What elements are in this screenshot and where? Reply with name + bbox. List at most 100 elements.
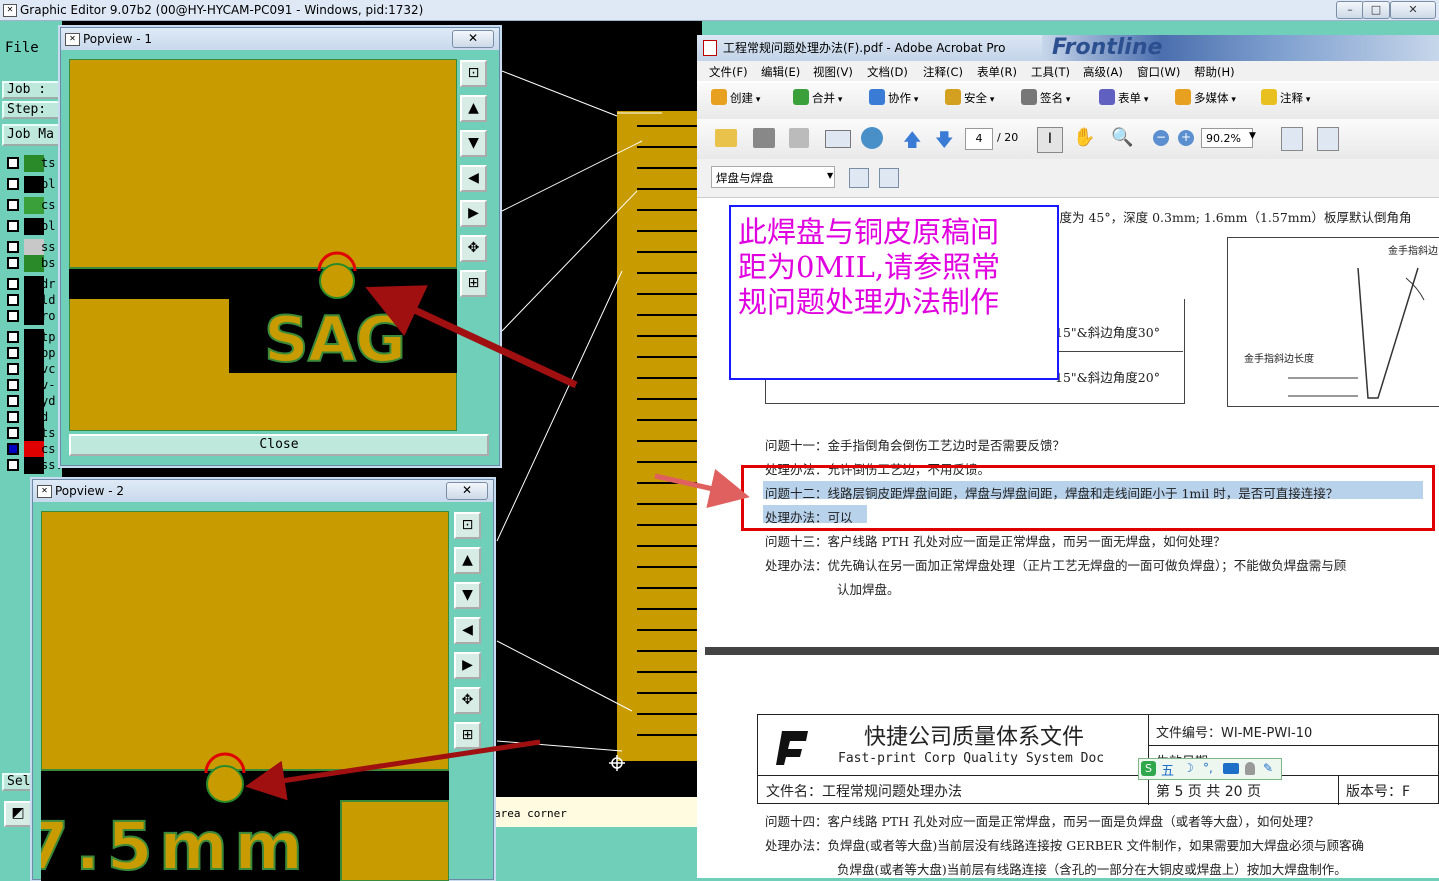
next-page-icon[interactable]: 🡇 xyxy=(935,128,954,158)
close-button[interactable]: ✕ xyxy=(1390,1,1436,19)
layer-checkbox[interactable] xyxy=(7,331,19,343)
menu-item-3[interactable]: 文档(D) xyxy=(867,64,908,80)
popview-1-close-icon[interactable]: ✕ xyxy=(452,30,494,48)
ime-punct-icon[interactable]: °, xyxy=(1203,761,1213,775)
bookmark-select[interactable]: 焊盘与焊盘 xyxy=(711,166,835,188)
print-icon[interactable] xyxy=(753,128,775,148)
zoom-in-icon[interactable]: + xyxy=(1178,130,1194,146)
toolbar-button-6[interactable]: 多媒体 ▾ xyxy=(1175,89,1236,106)
maximize-button[interactable]: □ xyxy=(1362,1,1390,19)
toolbar-button-1[interactable]: 合并 ▾ xyxy=(793,89,842,106)
bookmark-prev-icon[interactable] xyxy=(849,168,869,188)
menu-item-6[interactable]: 工具(T) xyxy=(1031,64,1070,80)
bookmark-next-icon[interactable] xyxy=(879,168,899,188)
menu-item-0[interactable]: 文件(F) xyxy=(709,64,748,80)
menu-item-5[interactable]: 表单(R) xyxy=(977,64,1017,80)
zoom-level-select[interactable]: 90.2% xyxy=(1201,128,1253,148)
prev-page-icon[interactable]: 🡅 xyxy=(903,128,922,158)
acrobat-titlebar[interactable]: 工程常规问题处理办法(F).pdf - Adobe Acrobat Pro Fr… xyxy=(697,35,1439,61)
layer-checkbox[interactable] xyxy=(7,199,19,211)
menu-item-4[interactable]: 注释(C) xyxy=(923,64,963,80)
layer-checkbox[interactable] xyxy=(7,157,19,169)
open-icon[interactable] xyxy=(715,129,737,147)
popview-2-titlebar[interactable]: ✕ Popview - 2 ✕ xyxy=(33,480,493,502)
layer-row-ss-17[interactable]: ss. xyxy=(5,457,63,475)
bookmark-dropdown-icon[interactable]: ▼ xyxy=(827,171,833,180)
menu-item-1[interactable]: 编辑(E) xyxy=(761,64,800,80)
pan-up-icon[interactable]: ▲ xyxy=(460,95,487,122)
popview-1-titlebar[interactable]: ✕ Popview - 1 ✕ xyxy=(61,28,499,50)
layer-checkbox[interactable] xyxy=(7,278,19,290)
layer-checkbox[interactable] xyxy=(7,395,19,407)
toolbar-button-5[interactable]: 表单 ▾ xyxy=(1099,89,1148,106)
toolbar-button-0[interactable]: 创建 ▾ xyxy=(711,89,760,106)
pan-right-icon[interactable]: ▶ xyxy=(454,652,481,679)
fit-page-icon[interactable] xyxy=(1281,127,1303,151)
hand-tool-icon[interactable]: ✋ xyxy=(1073,127,1095,148)
layer-row-pl-1[interactable]: pl xyxy=(5,176,60,194)
layer-row-ro-8[interactable]: ro xyxy=(5,308,60,326)
ime-keyboard-icon[interactable] xyxy=(1223,763,1239,774)
layer-checkbox[interactable] xyxy=(7,241,19,253)
layer-row-ts-0[interactable]: ts xyxy=(5,155,60,173)
save-icon[interactable] xyxy=(789,128,809,148)
pan-down-icon[interactable]: ▼ xyxy=(460,130,487,157)
pan-up-icon[interactable]: ▲ xyxy=(454,547,481,574)
zoom-fit-icon[interactable]: ⊡ xyxy=(460,60,487,87)
pan-left-icon[interactable]: ◀ xyxy=(460,165,487,192)
layer-checkbox[interactable] xyxy=(7,347,19,359)
minimize-button[interactable]: – xyxy=(1336,1,1364,19)
file-menu[interactable]: File xyxy=(2,33,58,69)
layer-checkbox[interactable] xyxy=(7,257,19,269)
secure-icon xyxy=(945,89,961,105)
pan-right-icon[interactable]: ▶ xyxy=(460,200,487,227)
zoom-tool-icon[interactable]: 🔍 xyxy=(1111,127,1133,148)
zoom-dropdown-icon[interactable]: ▼ xyxy=(1249,131,1256,141)
menu-item-7[interactable]: 高级(A) xyxy=(1083,64,1123,80)
layer-row-bs-5[interactable]: bs xyxy=(5,255,60,273)
ime-moon-icon[interactable]: ☽ xyxy=(1183,761,1194,775)
layer-checkbox[interactable] xyxy=(7,411,19,423)
toolbar-button-4[interactable]: 签名 ▾ xyxy=(1021,89,1070,106)
popview-1-close-button[interactable]: Close xyxy=(69,434,489,456)
select-tool-icon[interactable]: I xyxy=(1037,127,1063,153)
toolbar-button-7[interactable]: 注释 ▾ xyxy=(1261,89,1310,106)
layer-checkbox[interactable] xyxy=(7,427,19,439)
fit-width-icon[interactable] xyxy=(1317,127,1339,151)
menu-item-9[interactable]: 帮助(H) xyxy=(1194,64,1235,80)
zoom-in-icon[interactable]: ✥ xyxy=(454,687,481,714)
layer-row-pl-3[interactable]: pl xyxy=(5,218,60,236)
web-icon[interactable] xyxy=(861,127,883,149)
layer-checkbox[interactable] xyxy=(7,178,19,190)
ime-toolbar[interactable]: S 五 ☽ °, ✎ xyxy=(1138,758,1282,780)
zoom-out-icon[interactable]: ⊞ xyxy=(454,722,481,749)
layer-checkbox[interactable] xyxy=(7,310,19,322)
menu-item-2[interactable]: 视图(V) xyxy=(813,64,853,80)
layer-checkbox[interactable] xyxy=(7,443,19,455)
layer-checkbox[interactable] xyxy=(7,459,19,471)
zoom-fit-icon[interactable]: ⊡ xyxy=(454,512,481,539)
pan-down-icon[interactable]: ▼ xyxy=(454,582,481,609)
page-number-input[interactable]: 4 xyxy=(965,128,993,150)
layer-checkbox[interactable] xyxy=(7,363,19,375)
toolbar-button-2[interactable]: 协作 ▾ xyxy=(869,89,918,106)
layer-row-cs-2[interactable]: cs xyxy=(5,197,60,215)
layer-checkbox[interactable] xyxy=(7,294,19,306)
toolbar-button-3[interactable]: 安全 ▾ xyxy=(945,89,994,106)
menu-item-8[interactable]: 窗口(W) xyxy=(1137,64,1180,80)
email-icon[interactable] xyxy=(825,130,851,148)
layer-checkbox[interactable] xyxy=(7,379,19,391)
ime-user-icon[interactable] xyxy=(1245,762,1255,775)
ime-mode-text[interactable]: 五 xyxy=(1161,760,1174,779)
tool-icon[interactable]: ◩ xyxy=(4,801,32,827)
popview-2-canvas: 7.5mm xyxy=(41,511,449,881)
zoom-in-icon[interactable]: ✥ xyxy=(460,235,487,262)
layer-checkbox[interactable] xyxy=(7,220,19,232)
doc-number: 文件编号：WI-ME-PWI-10 xyxy=(1156,726,1313,741)
ime-settings-icon[interactable]: ✎ xyxy=(1263,761,1273,775)
zoom-out-icon[interactable]: ⊞ xyxy=(460,270,487,297)
job-matrix-button[interactable]: Job Ma xyxy=(2,124,60,146)
pan-left-icon[interactable]: ◀ xyxy=(454,617,481,644)
zoom-out-icon[interactable]: − xyxy=(1153,130,1169,146)
popview-2-close-icon[interactable]: ✕ xyxy=(446,482,488,500)
